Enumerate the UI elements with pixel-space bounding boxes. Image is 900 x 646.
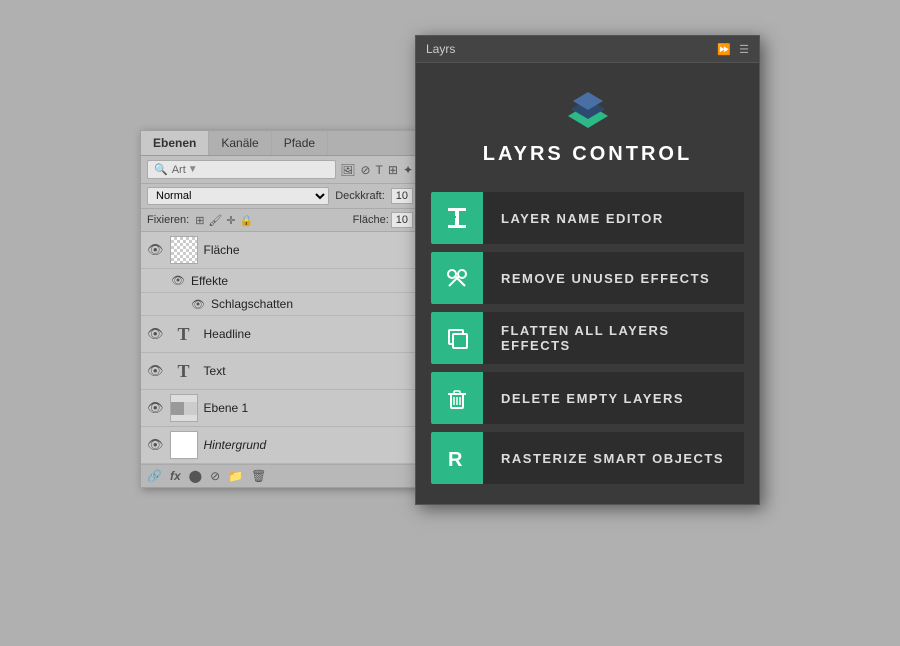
trash-icon — [443, 384, 471, 412]
visibility-icon[interactable]: 👁 — [191, 298, 205, 311]
visibility-icon[interactable]: 👁 — [147, 363, 164, 379]
flaeche-label: Fläche: — [353, 214, 389, 226]
layer-thumbnail: T — [170, 357, 198, 385]
delete-layer-icon[interactable]: 🗑 — [251, 469, 266, 483]
search-icon: 🔍 — [154, 163, 168, 176]
rasterize-icon: R — [443, 444, 471, 472]
flatten-all-layers-button[interactable]: FLATTEN ALL LAYERS EFFECTS — [431, 312, 744, 364]
layrs-panel: Layrs ⏩ ☰ LAYRS CONTROL — [415, 35, 760, 505]
ps-search-bar: 🔍 Art ▼ 🖼 ⊘ T ⊞ ✦ — [141, 156, 419, 184]
transform-icon: ⊞ — [388, 163, 398, 177]
tab-kanaele[interactable]: Kanäle — [209, 131, 271, 155]
rasterize-smart-objects-button[interactable]: R RASTERIZE SMART OBJECTS — [431, 432, 744, 484]
artboard-icon: ✦ — [403, 163, 413, 177]
layer-item[interactable]: 👁 T Headline — [141, 316, 419, 353]
layer-name-editor-label: LAYER NAME EDITOR — [483, 211, 664, 226]
rasterize-smart-objects-icon: R — [431, 432, 483, 484]
layer-name: Headline — [204, 327, 251, 341]
text-layer-icon: T — [178, 361, 190, 382]
delete-empty-layers-icon — [431, 372, 483, 424]
fix-icons: ⊞ 🖌 ✛ 🔒 — [195, 214, 253, 227]
remove-unused-effects-icon — [431, 252, 483, 304]
flaeche-row: Fläche: 10 — [353, 212, 413, 228]
link-icon[interactable]: 🔗 — [147, 469, 162, 483]
layer-thumbnail — [170, 431, 198, 459]
menu-icon[interactable]: ☰ — [739, 43, 749, 56]
visibility-icon[interactable]: 👁 — [171, 274, 185, 287]
type-layer-icon: T — [376, 163, 383, 177]
layer-thumbnail — [170, 236, 198, 264]
layer-thumbnail — [170, 394, 198, 422]
ps-tabs: Ebenen Kanäle Pfade — [141, 131, 419, 156]
layrs-panel-title: Layrs — [426, 42, 455, 56]
visibility-icon[interactable]: 👁 — [147, 242, 164, 258]
adjustment-icon[interactable]: ⬤ — [189, 469, 202, 483]
layer-item[interactable]: 👁 T Text — [141, 353, 419, 390]
mask-icon[interactable]: ⊘ — [210, 469, 220, 483]
fix-lock-icon[interactable]: 🔒 — [240, 214, 254, 227]
remove-unused-effects-button[interactable]: REMOVE UNUSED EFFECTS — [431, 252, 744, 304]
layer-name: Hintergrund — [204, 438, 267, 452]
image-layer-icon: 🖼 — [340, 163, 355, 177]
tab-pfade[interactable]: Pfade — [272, 131, 328, 155]
layer-name: Text — [204, 364, 226, 378]
layrs-buttons-container: LAYER NAME EDITOR REMOVE UNUSED EFFECTS — [416, 182, 759, 504]
layer-name-editor-button[interactable]: LAYER NAME EDITOR — [431, 192, 744, 244]
layer-search-input[interactable]: 🔍 Art ▼ — [147, 160, 336, 179]
layer-name: Ebene 1 — [204, 401, 249, 415]
flatten-all-layers-label: FLATTEN ALL LAYERS EFFECTS — [483, 323, 744, 353]
scissors-icon — [443, 264, 471, 292]
layer-item[interactable]: 👁 Ebene 1 — [141, 390, 419, 427]
tab-ebenen[interactable]: Ebenen — [141, 131, 209, 155]
layer-name-editor-icon — [431, 192, 483, 244]
opacity-value: 10 — [391, 188, 413, 204]
ps-layer-type-icons: 🖼 ⊘ T ⊞ ✦ — [340, 163, 413, 177]
flaeche-value: 10 — [391, 212, 413, 228]
layer-item[interactable]: 👁 Effekte — [141, 269, 419, 293]
layrs-title-icons: ⏩ ☰ — [717, 43, 749, 56]
visibility-icon[interactable]: 👁 — [147, 437, 164, 453]
flatten-all-layers-icon — [431, 312, 483, 364]
text-cursor-icon — [443, 204, 471, 232]
ps-bottom-bar: 🔗 fx ⬤ ⊘ 📁 🗑 — [141, 464, 419, 487]
layers-flatten-icon — [443, 324, 471, 352]
visibility-icon[interactable]: 👁 — [147, 326, 164, 342]
layer-thumbnail: T — [170, 320, 198, 348]
text-layer-icon: T — [178, 324, 190, 345]
fx-icon[interactable]: fx — [170, 469, 181, 483]
ps-layers-list: 👁 Fläche 👁 Effekte 👁 Schlagschatten 👁 T … — [141, 232, 419, 464]
svg-text:R: R — [448, 449, 463, 471]
layer-item[interactable]: 👁 Schlagschatten — [141, 293, 419, 316]
opacity-label: Deckkraft: — [335, 190, 385, 202]
remove-unused-effects-label: REMOVE UNUSED EFFECTS — [483, 271, 710, 286]
delete-empty-layers-button[interactable]: DELETE EMPTY LAYERS — [431, 372, 744, 424]
ps-layers-panel: Ebenen Kanäle Pfade 🔍 Art ▼ 🖼 ⊘ T ⊞ ✦ No… — [140, 130, 420, 488]
layer-name: Schlagschatten — [211, 297, 293, 311]
blending-mode-select[interactable]: Normal — [147, 187, 329, 205]
delete-empty-layers-label: DELETE EMPTY LAYERS — [483, 391, 684, 406]
rasterize-smart-objects-label: RASTERIZE SMART OBJECTS — [483, 451, 724, 466]
ps-blending-bar: Normal Deckkraft: 10 — [141, 184, 419, 209]
mask-layer-icon: ⊘ — [360, 163, 370, 177]
layrs-titlebar: Layrs ⏩ ☰ — [416, 36, 759, 63]
layrs-app-title: LAYRS CONTROL — [483, 143, 692, 166]
fix-label: Fixieren: — [147, 214, 189, 226]
fix-move-icon[interactable]: ✛ — [226, 214, 235, 227]
fast-forward-icon[interactable]: ⏩ — [717, 43, 731, 56]
layer-name: Fläche — [204, 243, 240, 257]
group-icon[interactable]: 📁 — [228, 469, 243, 483]
layer-name: Effekte — [191, 274, 228, 288]
layer-item[interactable]: 👁 Hintergrund — [141, 427, 419, 464]
fix-position-icon[interactable]: ⊞ — [195, 214, 204, 227]
layer-item[interactable]: 👁 Fläche — [141, 232, 419, 269]
layrs-header: LAYRS CONTROL — [416, 63, 759, 182]
visibility-icon[interactable]: 👁 — [147, 400, 164, 416]
ps-fix-bar: Fixieren: ⊞ 🖌 ✛ 🔒 Fläche: 10 — [141, 209, 419, 232]
layrs-logo — [553, 83, 623, 143]
fix-paint-icon[interactable]: 🖌 — [208, 214, 222, 227]
